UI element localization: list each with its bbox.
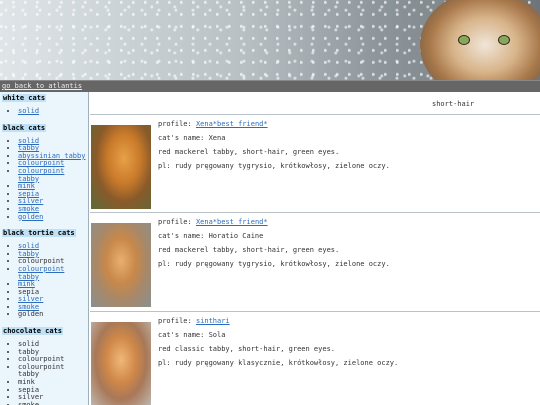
sidebar-item-link[interactable]: golden: [18, 213, 43, 221]
sidebar-list: solidtabbycolourpointcolourpoint tabbymi…: [0, 242, 88, 319]
sidebar-item[interactable]: golden: [18, 213, 88, 222]
sidebar-section-title: black tortie cats: [2, 229, 76, 238]
cat-name: cat's name: Xena: [158, 134, 226, 142]
sidebar-item-label: golden: [18, 310, 44, 319]
cat-description-en: red classic tabby, short-hair, green eye…: [158, 345, 336, 353]
cat-description-pl: pl: rudy pręgowany tygrysio, krótkowłosy…: [158, 162, 390, 170]
sidebar-item: golden: [18, 311, 88, 319]
page-heading: short-hair: [432, 100, 475, 108]
profile-line: profile: sinthari: [158, 318, 398, 325]
cat-photo[interactable]: [91, 322, 151, 405]
cat-info: profile: Xena*best friend* cat's name: Xe…: [158, 121, 390, 177]
cat-entry: profile: Xena*best friend* cat's name: Xe…: [90, 114, 540, 213]
cat-photo[interactable]: [91, 223, 151, 307]
cat-eye-left: [458, 35, 470, 45]
main-content: short-hair profile: Xena*best friend* cat…: [90, 92, 540, 405]
profile-line: profile: Xena*best friend*: [158, 219, 390, 226]
header-banner: [0, 0, 540, 80]
sidebar-section-title: white cats: [2, 94, 47, 102]
cat-description-en: red mackerel tabby, short-hair, green ey…: [158, 148, 340, 156]
profile-link[interactable]: Xena*best friend*: [196, 120, 268, 128]
cat-name: cat's name: Sola: [158, 331, 226, 339]
sidebar-item-label: smoke: [18, 400, 40, 405]
nav-bar: go back to atlantis: [0, 80, 540, 92]
cat-entry: profile: sinthari cat's name: Sola red cla…: [90, 311, 540, 405]
sidebar-item[interactable]: solid: [18, 107, 88, 116]
cat-description-en: red mackerel tabby, short-hair, green ey…: [158, 246, 340, 254]
cat-eye-right: [498, 35, 510, 45]
profile-label: profile:: [158, 218, 192, 226]
sidebar-item[interactable]: colourpoint tabby: [18, 265, 88, 281]
cat-entry: profile: Xena*best friend* cat's name: Ho…: [90, 212, 540, 311]
cat-info: profile: sinthari cat's name: Sola red cla…: [158, 318, 398, 374]
cat-description-pl: pl: rudy pręgowany tygrysio, krótkowłosy…: [158, 260, 390, 268]
sidebar-item: colourpoint tabby: [18, 362, 88, 379]
cat-name: cat's name: Horatio Caine: [158, 232, 264, 240]
profile-label: profile:: [158, 120, 192, 128]
back-to-atlantis-link[interactable]: go back to atlantis: [2, 82, 82, 90]
profile-link[interactable]: Xena*best friend*: [196, 218, 268, 226]
profile-line: profile: Xena*best friend*: [158, 121, 390, 128]
sidebar-item[interactable]: colourpoint tabby: [18, 167, 88, 183]
cat-description-pl: pl: rudy pręgowany klasycznie, krótkowło…: [158, 359, 399, 367]
sidebar-section-title: black cats: [2, 123, 47, 132]
profile-link[interactable]: sinthari: [196, 317, 230, 325]
sidebar-list: solidtabbycolourpointcolourpoint tabbymi…: [0, 340, 88, 405]
sidebar-item-link[interactable]: solid: [18, 107, 39, 115]
sidebar: white cats solid black cats solidtabbyabyss…: [0, 92, 89, 405]
sidebar-section-title: chocolate cats: [2, 327, 64, 336]
sidebar-list: solidtabbyabyssinian tabbycolourpointcol…: [0, 137, 88, 222]
cat-info: profile: Xena*best friend* cat's name: Ho…: [158, 219, 390, 275]
cat-photo[interactable]: [91, 125, 151, 209]
sidebar-list: solid: [0, 107, 88, 116]
cat-photo-banner: [420, 0, 540, 80]
sidebar-item-label: colourpoint tabby: [18, 362, 65, 379]
sidebar-item-link[interactable]: colourpoint tabby: [18, 265, 64, 281]
profile-label: profile:: [158, 317, 192, 325]
sidebar-item-link[interactable]: colourpoint tabby: [18, 167, 64, 183]
